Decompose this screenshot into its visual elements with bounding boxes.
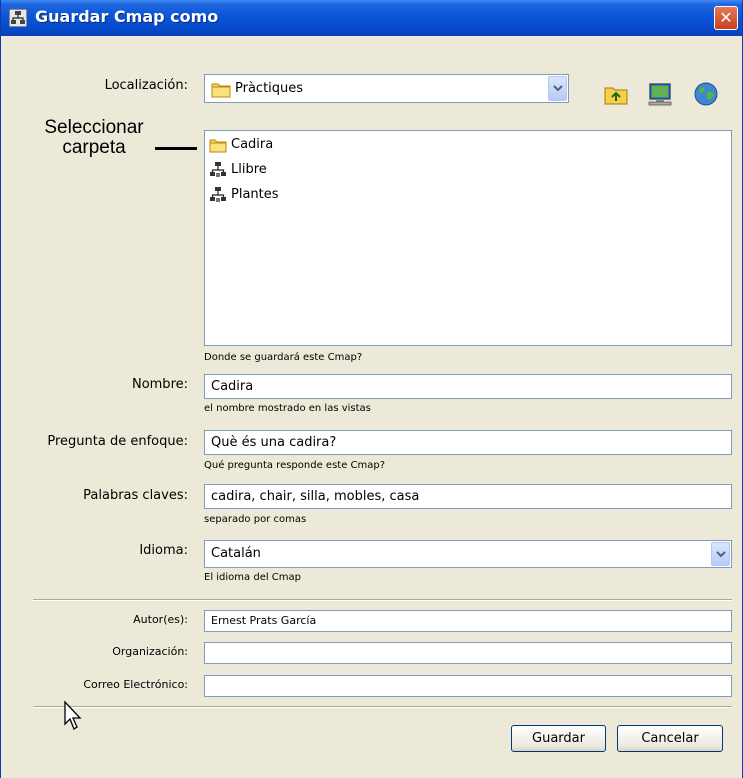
- email-input[interactable]: [204, 675, 732, 697]
- cmap-icon: [210, 162, 226, 177]
- title-bar[interactable]: Guardar Cmap como ✕: [1, 0, 742, 36]
- organization-input[interactable]: [204, 642, 732, 664]
- separator: [33, 706, 732, 708]
- list-item-name: Plantes: [231, 187, 279, 202]
- separator: [33, 599, 732, 601]
- focus-question-value: Què és una cadira?: [211, 435, 337, 450]
- folder-list-hint: Donde se guardará este Cmap?: [204, 352, 363, 363]
- cmap-app-icon: [9, 9, 27, 27]
- chevron-down-icon: [553, 85, 563, 92]
- globe-icon: [694, 82, 718, 106]
- annotation-line2: carpeta: [62, 137, 126, 158]
- keywords-label: Palabras claves:: [83, 488, 188, 503]
- authors-input[interactable]: Ernest Prats García: [204, 610, 732, 632]
- annotation-pointer-line: [155, 147, 197, 150]
- authors-value: Ernest Prats García: [211, 614, 317, 627]
- cmap-icon: [210, 187, 226, 202]
- focus-question-label: Pregunta de enfoque:: [47, 434, 188, 449]
- organization-label: Organización:: [112, 645, 188, 658]
- folder-icon: [211, 83, 231, 98]
- name-hint: el nombre mostrado en las vistas: [204, 403, 371, 414]
- focus-question-hint: Qué pregunta responde este Cmap?: [204, 460, 386, 471]
- mouse-cursor-icon: [64, 700, 82, 730]
- desktop-icon: [648, 83, 672, 106]
- select-folder-annotation: Seleccionar carpeta: [29, 118, 159, 158]
- name-value: Cadira: [211, 379, 254, 394]
- location-dropdown-arrow[interactable]: [548, 76, 567, 101]
- location-label: Localización:: [104, 78, 188, 93]
- location-select[interactable]: Pràctiques: [204, 74, 569, 103]
- keywords-value: cadira, chair, silla, mobles, casa: [211, 489, 420, 504]
- language-label: Idioma:: [139, 543, 188, 558]
- folder-list[interactable]: Cadira Llibre Plantes: [204, 130, 732, 346]
- name-input[interactable]: Cadira: [204, 374, 732, 399]
- folder-icon: [209, 139, 227, 153]
- list-item-name: Cadira: [231, 137, 274, 152]
- list-item-name: Llibre: [231, 162, 267, 177]
- authors-label: Autor(es):: [133, 613, 188, 626]
- annotation-line1: Seleccionar: [44, 117, 144, 138]
- close-button[interactable]: ✕: [714, 6, 738, 30]
- network-button[interactable]: [692, 80, 720, 108]
- save-cmap-dialog: Guardar Cmap como ✕ Localización: Pràcti…: [0, 0, 743, 778]
- email-label: Correo Electrónico:: [83, 678, 188, 691]
- cancel-button[interactable]: Cancelar: [617, 725, 723, 752]
- keywords-hint: separado por comas: [204, 514, 307, 525]
- desktop-button[interactable]: [646, 80, 674, 108]
- up-folder-icon: [604, 87, 628, 105]
- location-value: Pràctiques: [235, 81, 304, 96]
- focus-question-input[interactable]: Què és una cadira?: [204, 430, 732, 455]
- up-folder-button[interactable]: [602, 80, 630, 108]
- language-value: Catalán: [211, 546, 261, 561]
- language-select[interactable]: Catalán: [204, 540, 732, 568]
- language-hint: El idioma del Cmap: [204, 572, 302, 583]
- chevron-down-icon: [716, 551, 726, 558]
- keywords-input[interactable]: cadira, chair, silla, mobles, casa: [204, 484, 732, 509]
- window-title: Guardar Cmap como: [35, 7, 219, 26]
- close-icon: ✕: [719, 8, 733, 27]
- save-button[interactable]: Guardar: [511, 725, 606, 752]
- language-dropdown-arrow[interactable]: [711, 542, 730, 566]
- name-label: Nombre:: [131, 377, 188, 392]
